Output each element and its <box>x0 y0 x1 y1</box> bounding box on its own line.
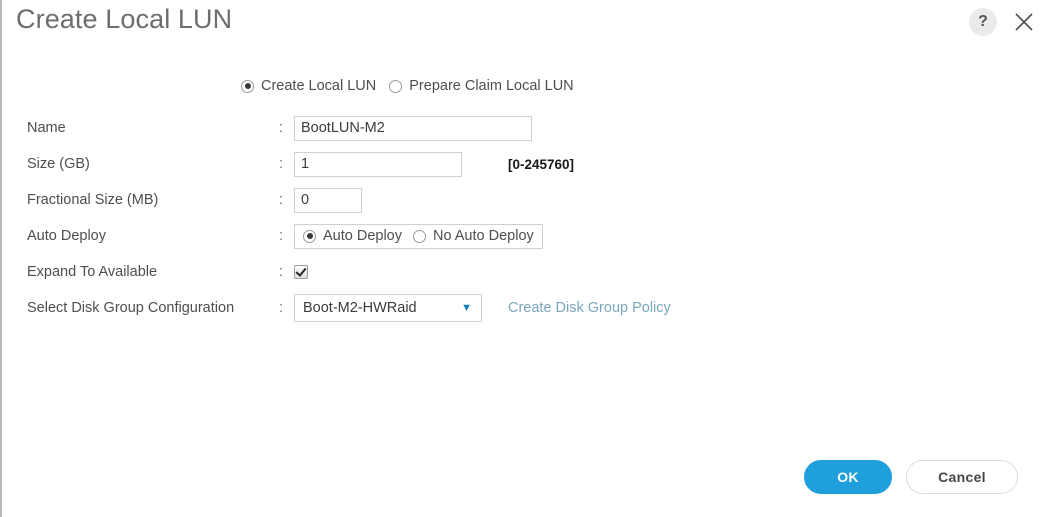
close-icon[interactable] <box>1011 9 1037 35</box>
radio-button-icon <box>241 79 254 93</box>
radio-button-icon <box>413 229 426 243</box>
row-colon: : <box>279 228 284 244</box>
radio-prepare-claim-local-lun-label: Prepare Claim Local LUN <box>409 78 574 94</box>
row-colon: : <box>279 264 284 280</box>
auto-deploy-label: Auto Deploy <box>27 228 106 244</box>
radio-button-icon <box>303 229 316 243</box>
form-row-disk-group-configuration: Select Disk Group Configuration : Boot-M… <box>2 290 1051 326</box>
radio-button-icon <box>389 79 403 93</box>
create-disk-group-policy-link[interactable]: Create Disk Group Policy <box>508 300 671 316</box>
dialog-footer: OK Cancel <box>804 460 1018 494</box>
radio-auto-deploy-label: Auto Deploy <box>323 228 402 244</box>
fractional-size-field-wrapper: 0 <box>294 187 362 213</box>
radio-auto-deploy[interactable]: Auto Deploy <box>303 228 402 244</box>
radio-prepare-claim-local-lun[interactable]: Prepare Claim Local LUN <box>389 78 574 94</box>
auto-deploy-field-wrapper: Auto Deploy No Auto Deploy <box>294 223 543 249</box>
fractional-size-input[interactable]: 0 <box>294 187 362 213</box>
size-label: Size (GB) <box>27 156 90 172</box>
radio-create-local-lun[interactable]: Create Local LUN <box>241 78 376 94</box>
row-colon: : <box>279 300 284 316</box>
expand-to-available-label: Expand To Available <box>27 264 158 280</box>
form-row-fractional-size: Fractional Size (MB) : 0 <box>2 182 1051 218</box>
dialog-header: Create Local LUN ? <box>2 0 1051 52</box>
size-range-hint: [0-245760] <box>508 156 575 172</box>
auto-deploy-radio-group[interactable]: Auto Deploy No Auto Deploy <box>294 223 543 249</box>
disk-group-field-wrapper: Boot-M2-HWRaid ▼ <box>294 294 482 322</box>
page-title: Create Local LUN <box>16 4 233 34</box>
radio-create-local-lun-label: Create Local LUN <box>261 78 377 94</box>
form-row-expand-to-available: Expand To Available : <box>2 254 1051 290</box>
header-icon-group: ? <box>969 8 1037 36</box>
form-row-name: Name : BootLUN-M2 <box>2 110 1051 146</box>
help-icon[interactable]: ? <box>969 8 997 36</box>
create-local-lun-dialog: Create Local LUN ? Create Local LUN Prep… <box>0 0 1051 517</box>
form-row-size: Size (GB) : 1 [0-245760] <box>2 146 1051 182</box>
lun-mode-radio-group[interactable]: Create Local LUN Prepare Claim Local LUN <box>241 78 574 94</box>
ok-button[interactable]: OK <box>804 460 892 494</box>
form-row-auto-deploy: Auto Deploy : Auto Deploy No Auto Deploy <box>2 218 1051 254</box>
radio-no-auto-deploy-label: No Auto Deploy <box>433 228 534 244</box>
disk-group-configuration-selected-value: Boot-M2-HWRaid <box>303 300 417 316</box>
row-colon: : <box>279 120 284 136</box>
row-colon: : <box>279 156 284 172</box>
radio-no-auto-deploy[interactable]: No Auto Deploy <box>413 228 534 244</box>
expand-to-available-checkbox[interactable] <box>294 265 308 279</box>
size-input[interactable]: 1 <box>294 151 462 177</box>
lun-form: Name : BootLUN-M2 Size (GB) : 1 [0-24576… <box>2 110 1051 326</box>
fractional-size-label: Fractional Size (MB) <box>27 192 159 208</box>
name-label: Name <box>27 120 66 136</box>
cancel-button[interactable]: Cancel <box>906 460 1018 494</box>
name-input[interactable]: BootLUN-M2 <box>294 115 532 141</box>
disk-group-configuration-label: Select Disk Group Configuration <box>27 300 235 316</box>
name-field-wrapper: BootLUN-M2 <box>294 115 532 141</box>
disk-group-configuration-select[interactable]: Boot-M2-HWRaid ▼ <box>294 294 482 322</box>
row-colon: : <box>279 192 284 208</box>
expand-to-available-field-wrapper <box>294 265 308 279</box>
size-field-wrapper: 1 <box>294 151 462 177</box>
chevron-down-icon: ▼ <box>461 301 472 314</box>
